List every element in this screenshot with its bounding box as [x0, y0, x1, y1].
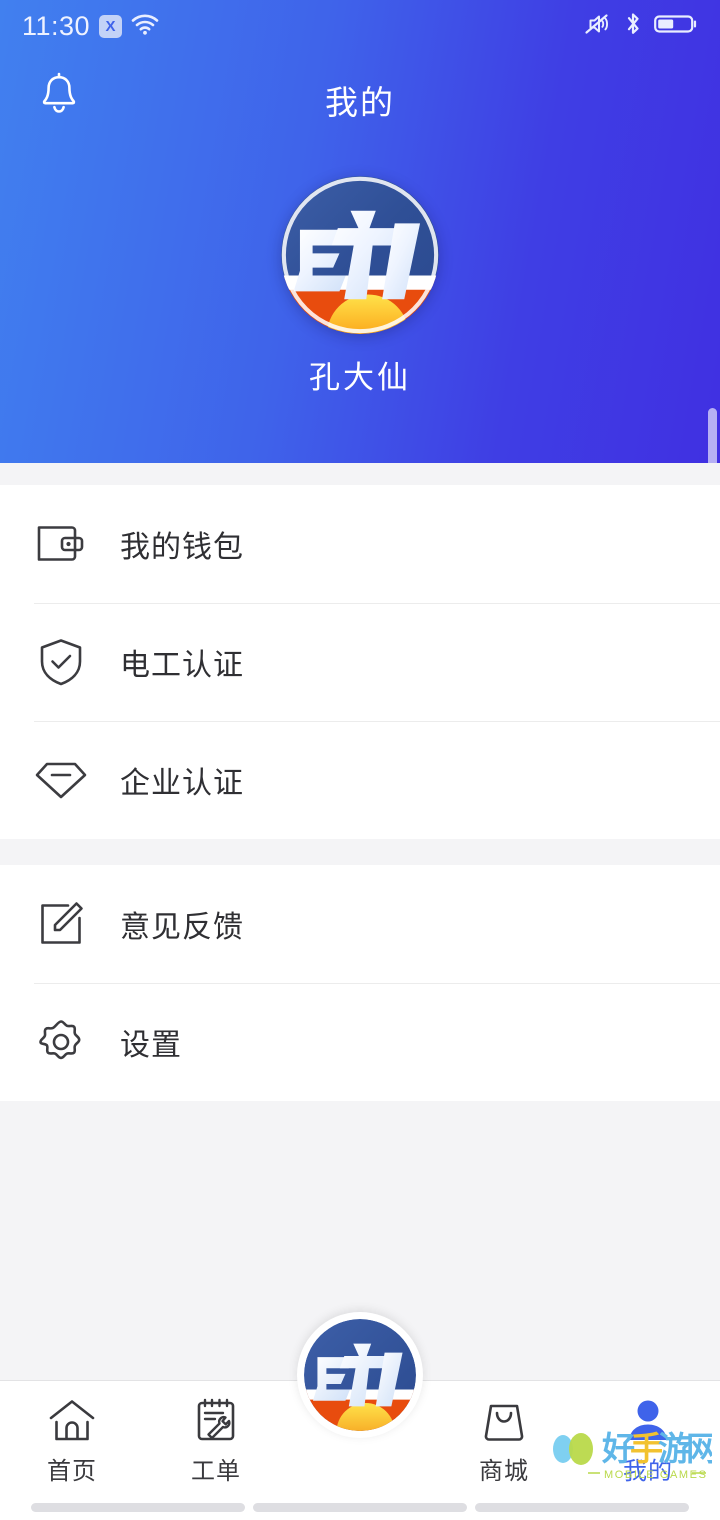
menu-item-label: 我的钱包: [120, 531, 244, 564]
tab-label: 我的: [623, 1457, 673, 1485]
volume-mute-icon: [582, 12, 612, 41]
menu-item-wallet[interactable]: 我的钱包: [0, 485, 720, 603]
screen-root: 11:30 X 我的 孔大仙 我的钱包 电工认证 企业认证 意见反馈 设置 首页…: [0, 0, 720, 1520]
clipboard-wrench-icon: [194, 1397, 238, 1443]
menu-item-feedback[interactable]: 意见反馈: [0, 865, 720, 983]
battery-half-icon: [654, 12, 698, 41]
diamond-icon: [34, 753, 88, 807]
top-gap-strip: [0, 463, 720, 485]
menu-group-support: 意见反馈 设置: [0, 865, 720, 1101]
shield-check-icon: [34, 635, 88, 689]
menu-item-electrician-certification[interactable]: 电工认证: [0, 603, 720, 721]
tab-mall[interactable]: 商城: [432, 1381, 576, 1495]
status-bar-left: 11:30 X: [22, 11, 159, 42]
status-bar-right: [582, 11, 698, 42]
x-badge-icon: X: [99, 14, 123, 38]
home-icon: [48, 1397, 96, 1443]
gesture-pill-recents[interactable]: [475, 1503, 689, 1512]
notifications-button[interactable]: [28, 66, 90, 128]
tab-label: 首页: [47, 1457, 97, 1485]
menu-item-label: 企业认证: [120, 767, 244, 800]
menu-item-label: 电工认证: [120, 649, 244, 682]
menu-item-label: 设置: [120, 1029, 182, 1062]
person-icon: [625, 1397, 671, 1443]
menu-group-account: 我的钱包 电工认证 企业认证: [0, 485, 720, 839]
app-header-bar: 我的: [0, 52, 720, 147]
tab-work-order[interactable]: 工单: [144, 1381, 288, 1495]
bluetooth-icon: [623, 11, 643, 42]
menu-item-label: 意见反馈: [120, 911, 244, 944]
edit-square-icon: [34, 897, 88, 951]
username: 孔大仙: [309, 360, 411, 395]
center-logo-button[interactable]: [297, 1312, 423, 1438]
tab-label: 商城: [479, 1457, 529, 1485]
tab-mine[interactable]: 我的: [576, 1381, 720, 1495]
wifi-icon: [131, 12, 159, 41]
menu-item-enterprise-certification[interactable]: 企业认证: [0, 721, 720, 839]
menu-item-settings[interactable]: 设置: [0, 983, 720, 1101]
page-title: 我的: [325, 83, 395, 121]
system-gesture-bar: [0, 1495, 720, 1520]
gesture-pill-home[interactable]: [253, 1503, 467, 1512]
status-bar: 11:30 X: [0, 0, 720, 52]
shopping-bag-icon: [481, 1397, 527, 1443]
tab-home[interactable]: 首页: [0, 1381, 144, 1495]
bell-icon: [36, 71, 82, 124]
wallet-icon: [34, 517, 88, 571]
app-logo-icon: [304, 1319, 416, 1431]
group-divider-strip: [0, 839, 720, 865]
status-bar-clock: 11:30: [22, 10, 91, 41]
gear-icon: [34, 1015, 88, 1069]
tab-label: 工单: [191, 1457, 241, 1485]
avatar[interactable]: [281, 176, 439, 334]
gesture-pill-back[interactable]: [31, 1503, 245, 1512]
